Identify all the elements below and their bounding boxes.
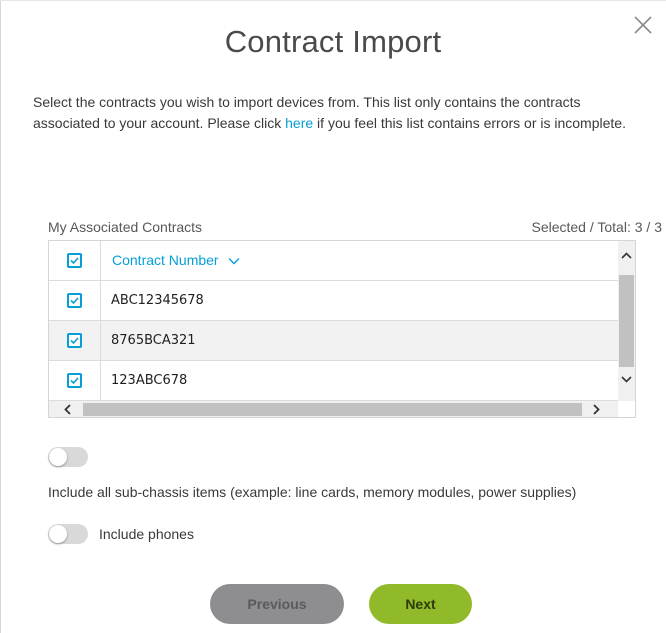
selection-counter: Selected / Total: 3 / 3: [531, 219, 662, 235]
intro-text: Select the contracts you wish to import …: [33, 92, 643, 134]
dialog-border: [0, 0, 1, 633]
horizontal-scrollbar[interactable]: [49, 401, 618, 417]
row-checkbox[interactable]: [67, 293, 82, 308]
scroll-up-icon[interactable]: [618, 247, 635, 264]
here-link[interactable]: here: [285, 115, 313, 131]
counter-separator: /: [642, 219, 655, 235]
table-caption: My Associated Contracts: [48, 219, 203, 235]
toggle-knob: [49, 525, 67, 543]
column-header-label: Contract Number: [112, 252, 219, 268]
table-row[interactable]: 8765BCA321: [49, 321, 618, 361]
sub-chassis-toggle[interactable]: [48, 447, 88, 467]
scrollbar-corner: [618, 401, 635, 417]
chevron-down-icon: [228, 258, 240, 265]
row-check-cell: [49, 321, 101, 360]
row-check-cell: [49, 361, 101, 400]
scroll-left-icon[interactable]: [59, 401, 76, 417]
contract-number-cell: 8765BCA321: [111, 333, 196, 348]
table-row[interactable]: 123ABC678: [49, 361, 618, 401]
table-row[interactable]: ABC12345678: [49, 281, 618, 321]
dialog-title: Contract Import: [224, 24, 442, 59]
selected-count: 3: [634, 219, 643, 235]
select-all-cell: [49, 241, 101, 280]
previous-button[interactable]: Previous: [210, 584, 344, 624]
horizontal-scroll-thumb[interactable]: [83, 403, 582, 416]
vertical-scrollbar[interactable]: [618, 241, 635, 401]
include-phones-label: Include phones: [99, 526, 194, 542]
checkbox-checked-icon: [70, 377, 79, 385]
row-checkbox[interactable]: [67, 333, 82, 348]
row-checkbox[interactable]: [67, 373, 82, 388]
total-count: 3: [654, 219, 662, 235]
contract-number-cell: ABC12345678: [111, 293, 204, 308]
vertical-scroll-thumb[interactable]: [619, 275, 634, 367]
row-check-cell: [49, 281, 101, 320]
next-button[interactable]: Next: [369, 584, 472, 624]
sub-chassis-label: Include all sub-chassis items (example: …: [48, 484, 577, 500]
checkbox-checked-icon: [70, 257, 79, 265]
toggle-knob: [49, 448, 67, 466]
table-header-row: Contract Number: [49, 241, 618, 281]
checkbox-checked-icon: [70, 337, 79, 345]
checkbox-checked-icon: [70, 297, 79, 305]
scroll-down-icon[interactable]: [618, 371, 635, 388]
contract-import-dialog: Contract Import Select the contracts you…: [0, 0, 666, 633]
contract-number-column-header[interactable]: Contract Number: [112, 252, 240, 268]
contracts-table: Contract Number ABC12345678 8765BCA321 1…: [48, 240, 636, 418]
include-phones-toggle[interactable]: [48, 524, 88, 544]
select-all-checkbox[interactable]: [67, 253, 82, 268]
scroll-right-icon[interactable]: [588, 401, 605, 417]
intro-text-part: if you feel this list contains errors or…: [313, 115, 626, 131]
dialog-border: [0, 0, 666, 1]
contract-number-cell: 123ABC678: [111, 373, 188, 388]
counter-label: Selected / Total:: [531, 219, 635, 235]
